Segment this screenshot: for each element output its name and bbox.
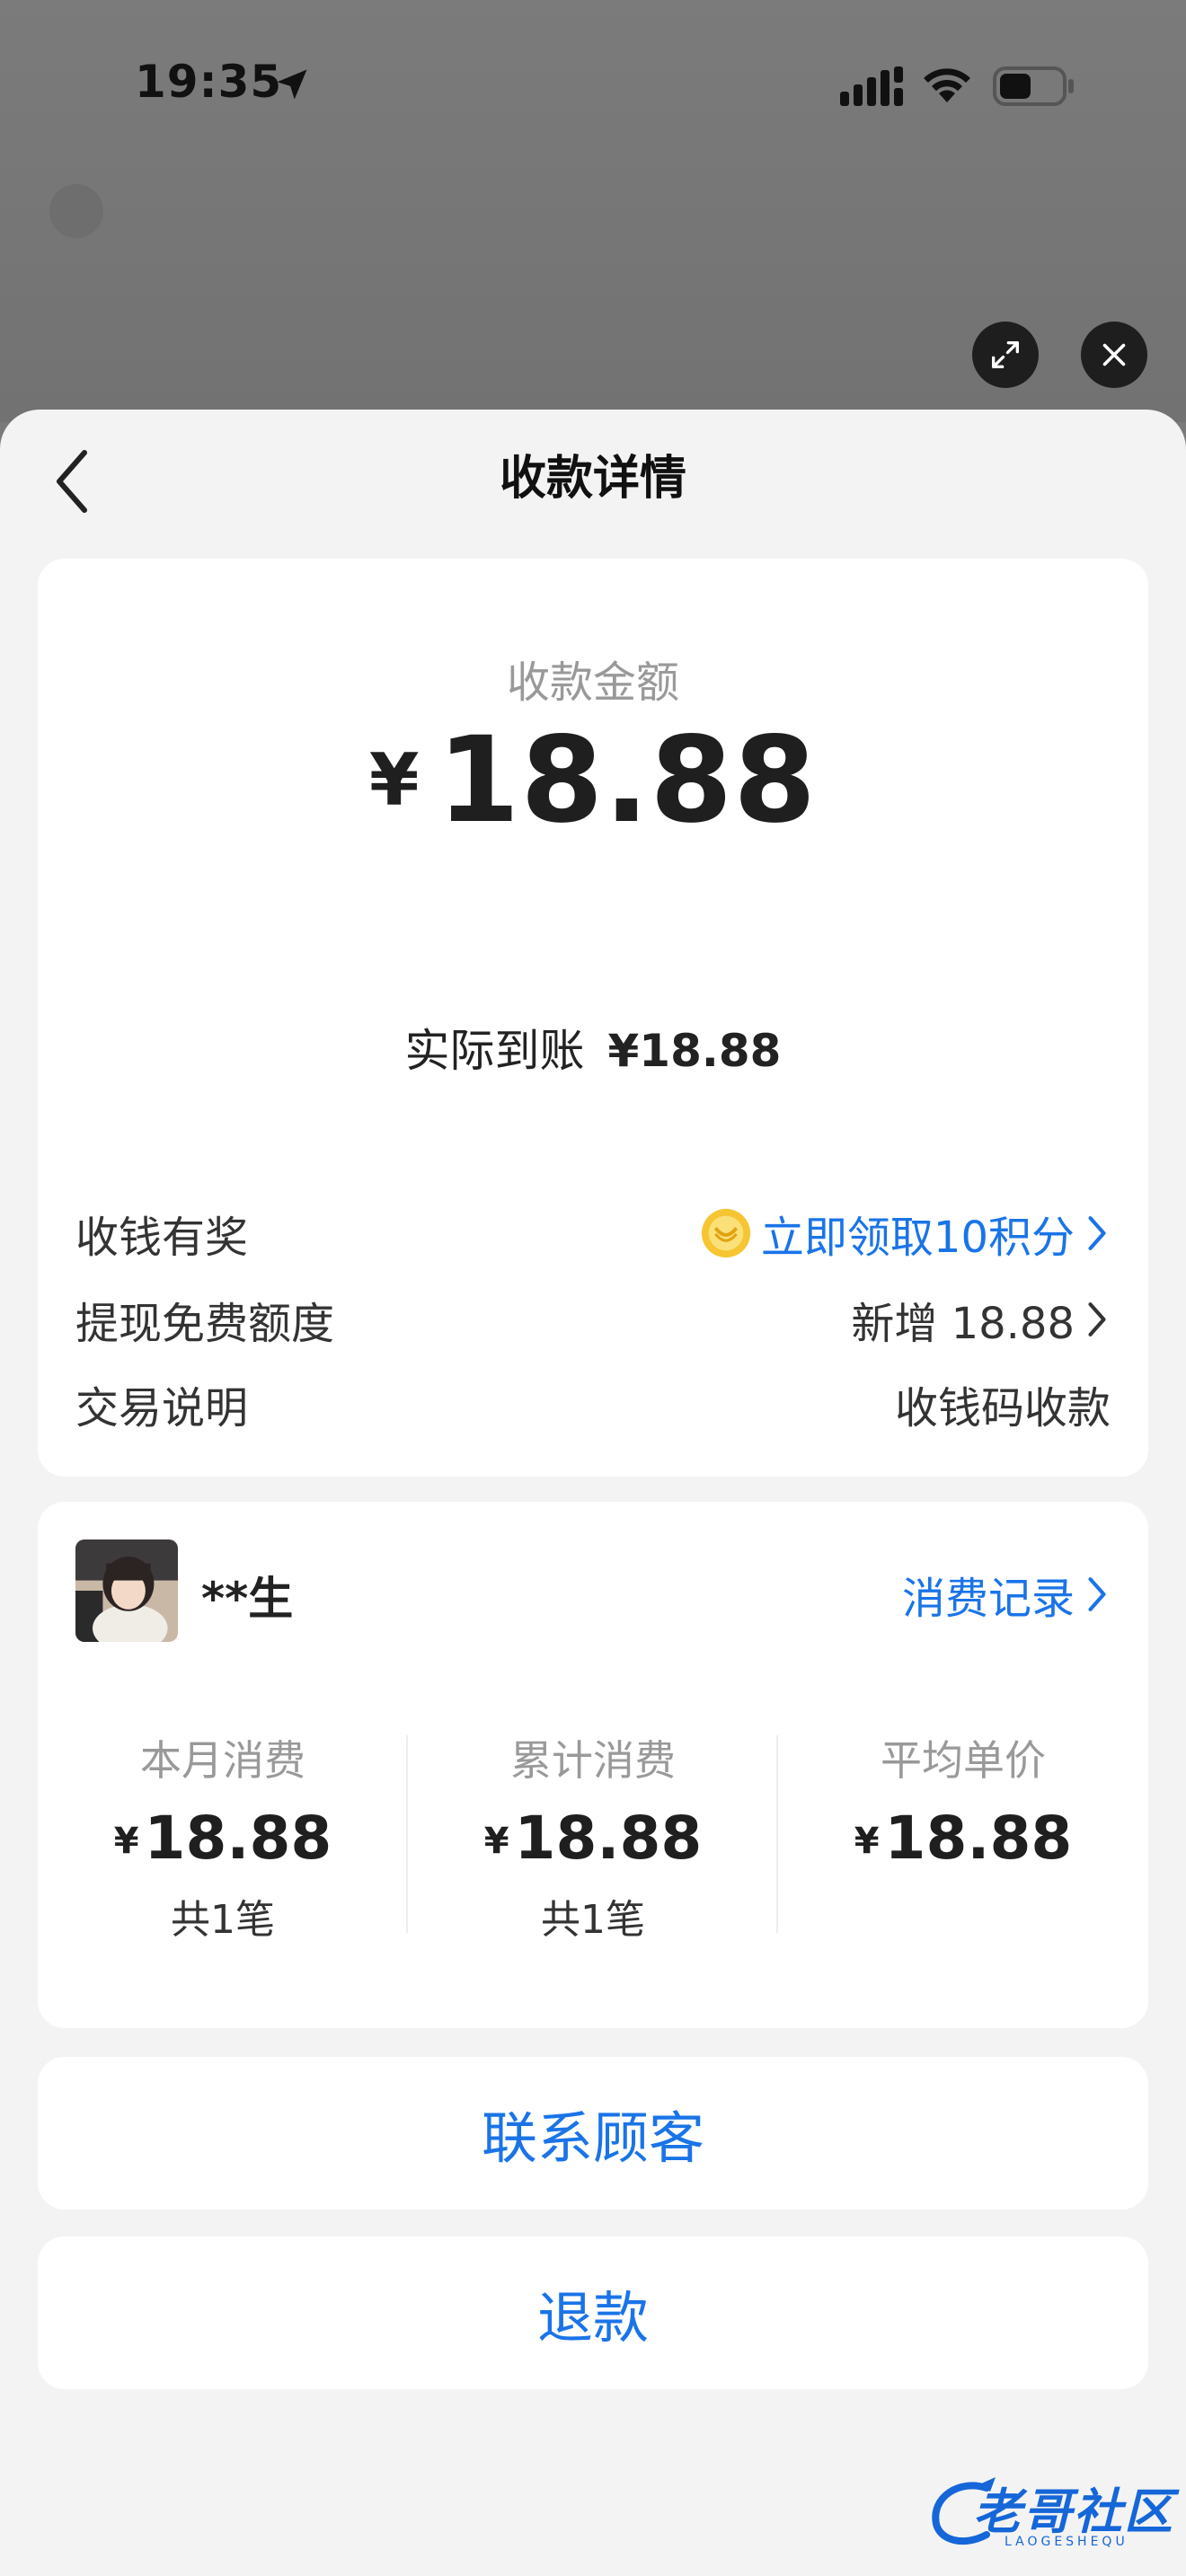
refund-button[interactable]: 退款 bbox=[38, 2236, 1148, 2389]
currency-symbol: ¥ bbox=[368, 738, 420, 822]
stat-label: 累计消费 bbox=[510, 1736, 676, 1785]
transaction-desc-label: 交易说明 bbox=[75, 1383, 249, 1434]
status-time: 19:35 bbox=[135, 56, 283, 108]
stat-value: ¥18.88 bbox=[778, 1804, 1148, 1873]
stat-label: 本月消费 bbox=[140, 1736, 305, 1785]
payment-detail-sheet: 收款详情 收款金额 ¥18.88 实际到账 ¥18.88 收钱有奖 立即领取10积… bbox=[0, 410, 1186, 2576]
watermark-subtext: LAOGESHEQU bbox=[1005, 2535, 1128, 2549]
status-bar: 19:35 bbox=[0, 0, 1186, 171]
actual-received-value: ¥18.88 bbox=[607, 1025, 782, 1077]
withdraw-quota-link[interactable]: 新增 18.88 bbox=[851, 1288, 1111, 1351]
stat-label: 平均单价 bbox=[881, 1736, 1046, 1785]
transaction-desc-row: 交易说明 收钱码收款 bbox=[75, 1372, 1111, 1435]
reward-row: 收钱有奖 立即领取10积分 bbox=[75, 1202, 1111, 1265]
stat-count: 共1笔 bbox=[541, 1897, 645, 1943]
stat-monthly: 本月消费 ¥18.88 共1笔 bbox=[38, 1728, 408, 1945]
contact-customer-button[interactable]: 联系顾客 bbox=[38, 2057, 1148, 2210]
stat-number: 18.88 bbox=[514, 1804, 703, 1873]
withdraw-quota-row: 提现免费额度 新增 18.88 bbox=[75, 1288, 1111, 1351]
wifi-icon bbox=[924, 68, 970, 102]
withdraw-quota-value: 新增 18.88 bbox=[851, 1299, 1075, 1349]
expand-button[interactable] bbox=[972, 322, 1039, 388]
stat-number: 18.88 bbox=[144, 1804, 332, 1873]
watermark-logo: 老哥社区 LAOGESHEQU bbox=[924, 2472, 1175, 2558]
customer-card: **生 消费记录 本月消费 ¥18.88 共1笔 累计消费 ¥18.88 共1笔… bbox=[38, 1502, 1148, 2028]
chevron-right-icon bbox=[1088, 1302, 1106, 1337]
records-label: 消费记录 bbox=[901, 1574, 1075, 1624]
stat-average: 平均单价 ¥18.88 bbox=[778, 1728, 1148, 1887]
stat-value: ¥18.88 bbox=[38, 1804, 408, 1873]
chevron-right-icon bbox=[1088, 1577, 1106, 1611]
stat-number: 18.88 bbox=[884, 1804, 1073, 1873]
stat-count: 共1笔 bbox=[171, 1897, 275, 1943]
coin-icon bbox=[701, 1208, 750, 1258]
close-icon bbox=[1102, 343, 1126, 366]
blurred-background-icon bbox=[49, 184, 103, 238]
amount-label: 收款金额 bbox=[506, 657, 679, 708]
actual-received-label: 实际到账 bbox=[404, 1025, 585, 1077]
customer-name: **生 bbox=[201, 1573, 294, 1625]
close-button[interactable] bbox=[1081, 322, 1147, 388]
currency-symbol: ¥ bbox=[854, 1821, 880, 1862]
withdraw-quota-label: 提现免费额度 bbox=[75, 1299, 335, 1349]
stat-total: 累计消费 ¥18.88 共1笔 bbox=[408, 1728, 778, 1945]
currency-symbol: ¥ bbox=[113, 1821, 139, 1862]
transaction-desc-value: 收钱码收款 bbox=[894, 1383, 1111, 1434]
claim-points-link[interactable]: 立即领取10积分 bbox=[700, 1202, 1111, 1265]
page-title: 收款详情 bbox=[499, 452, 686, 506]
reward-label: 收钱有奖 bbox=[75, 1213, 249, 1263]
location-arrow-icon bbox=[277, 69, 307, 100]
battery-icon bbox=[993, 66, 1074, 106]
chevron-right-icon bbox=[1088, 1216, 1106, 1250]
amount-value: ¥18.88 bbox=[38, 711, 1148, 850]
watermark-text: 老哥社区 bbox=[973, 2483, 1174, 2540]
amount-card: 收款金额 ¥18.88 实际到账 ¥18.88 收钱有奖 立即领取10积分 提现… bbox=[38, 559, 1148, 1558]
currency-symbol: ¥ bbox=[483, 1821, 509, 1862]
consumption-records-link[interactable]: 消费记录 bbox=[902, 1563, 1111, 1626]
reward-value: 立即领取10积分 bbox=[760, 1213, 1075, 1263]
avatar[interactable] bbox=[75, 1539, 178, 1642]
amount-number: 18.88 bbox=[437, 711, 818, 850]
cellular-signal-icon bbox=[840, 66, 903, 106]
stat-value: ¥18.88 bbox=[408, 1804, 778, 1873]
expand-icon bbox=[992, 341, 1019, 368]
actual-received-row: 实际到账 ¥18.88 bbox=[38, 1015, 1148, 1080]
